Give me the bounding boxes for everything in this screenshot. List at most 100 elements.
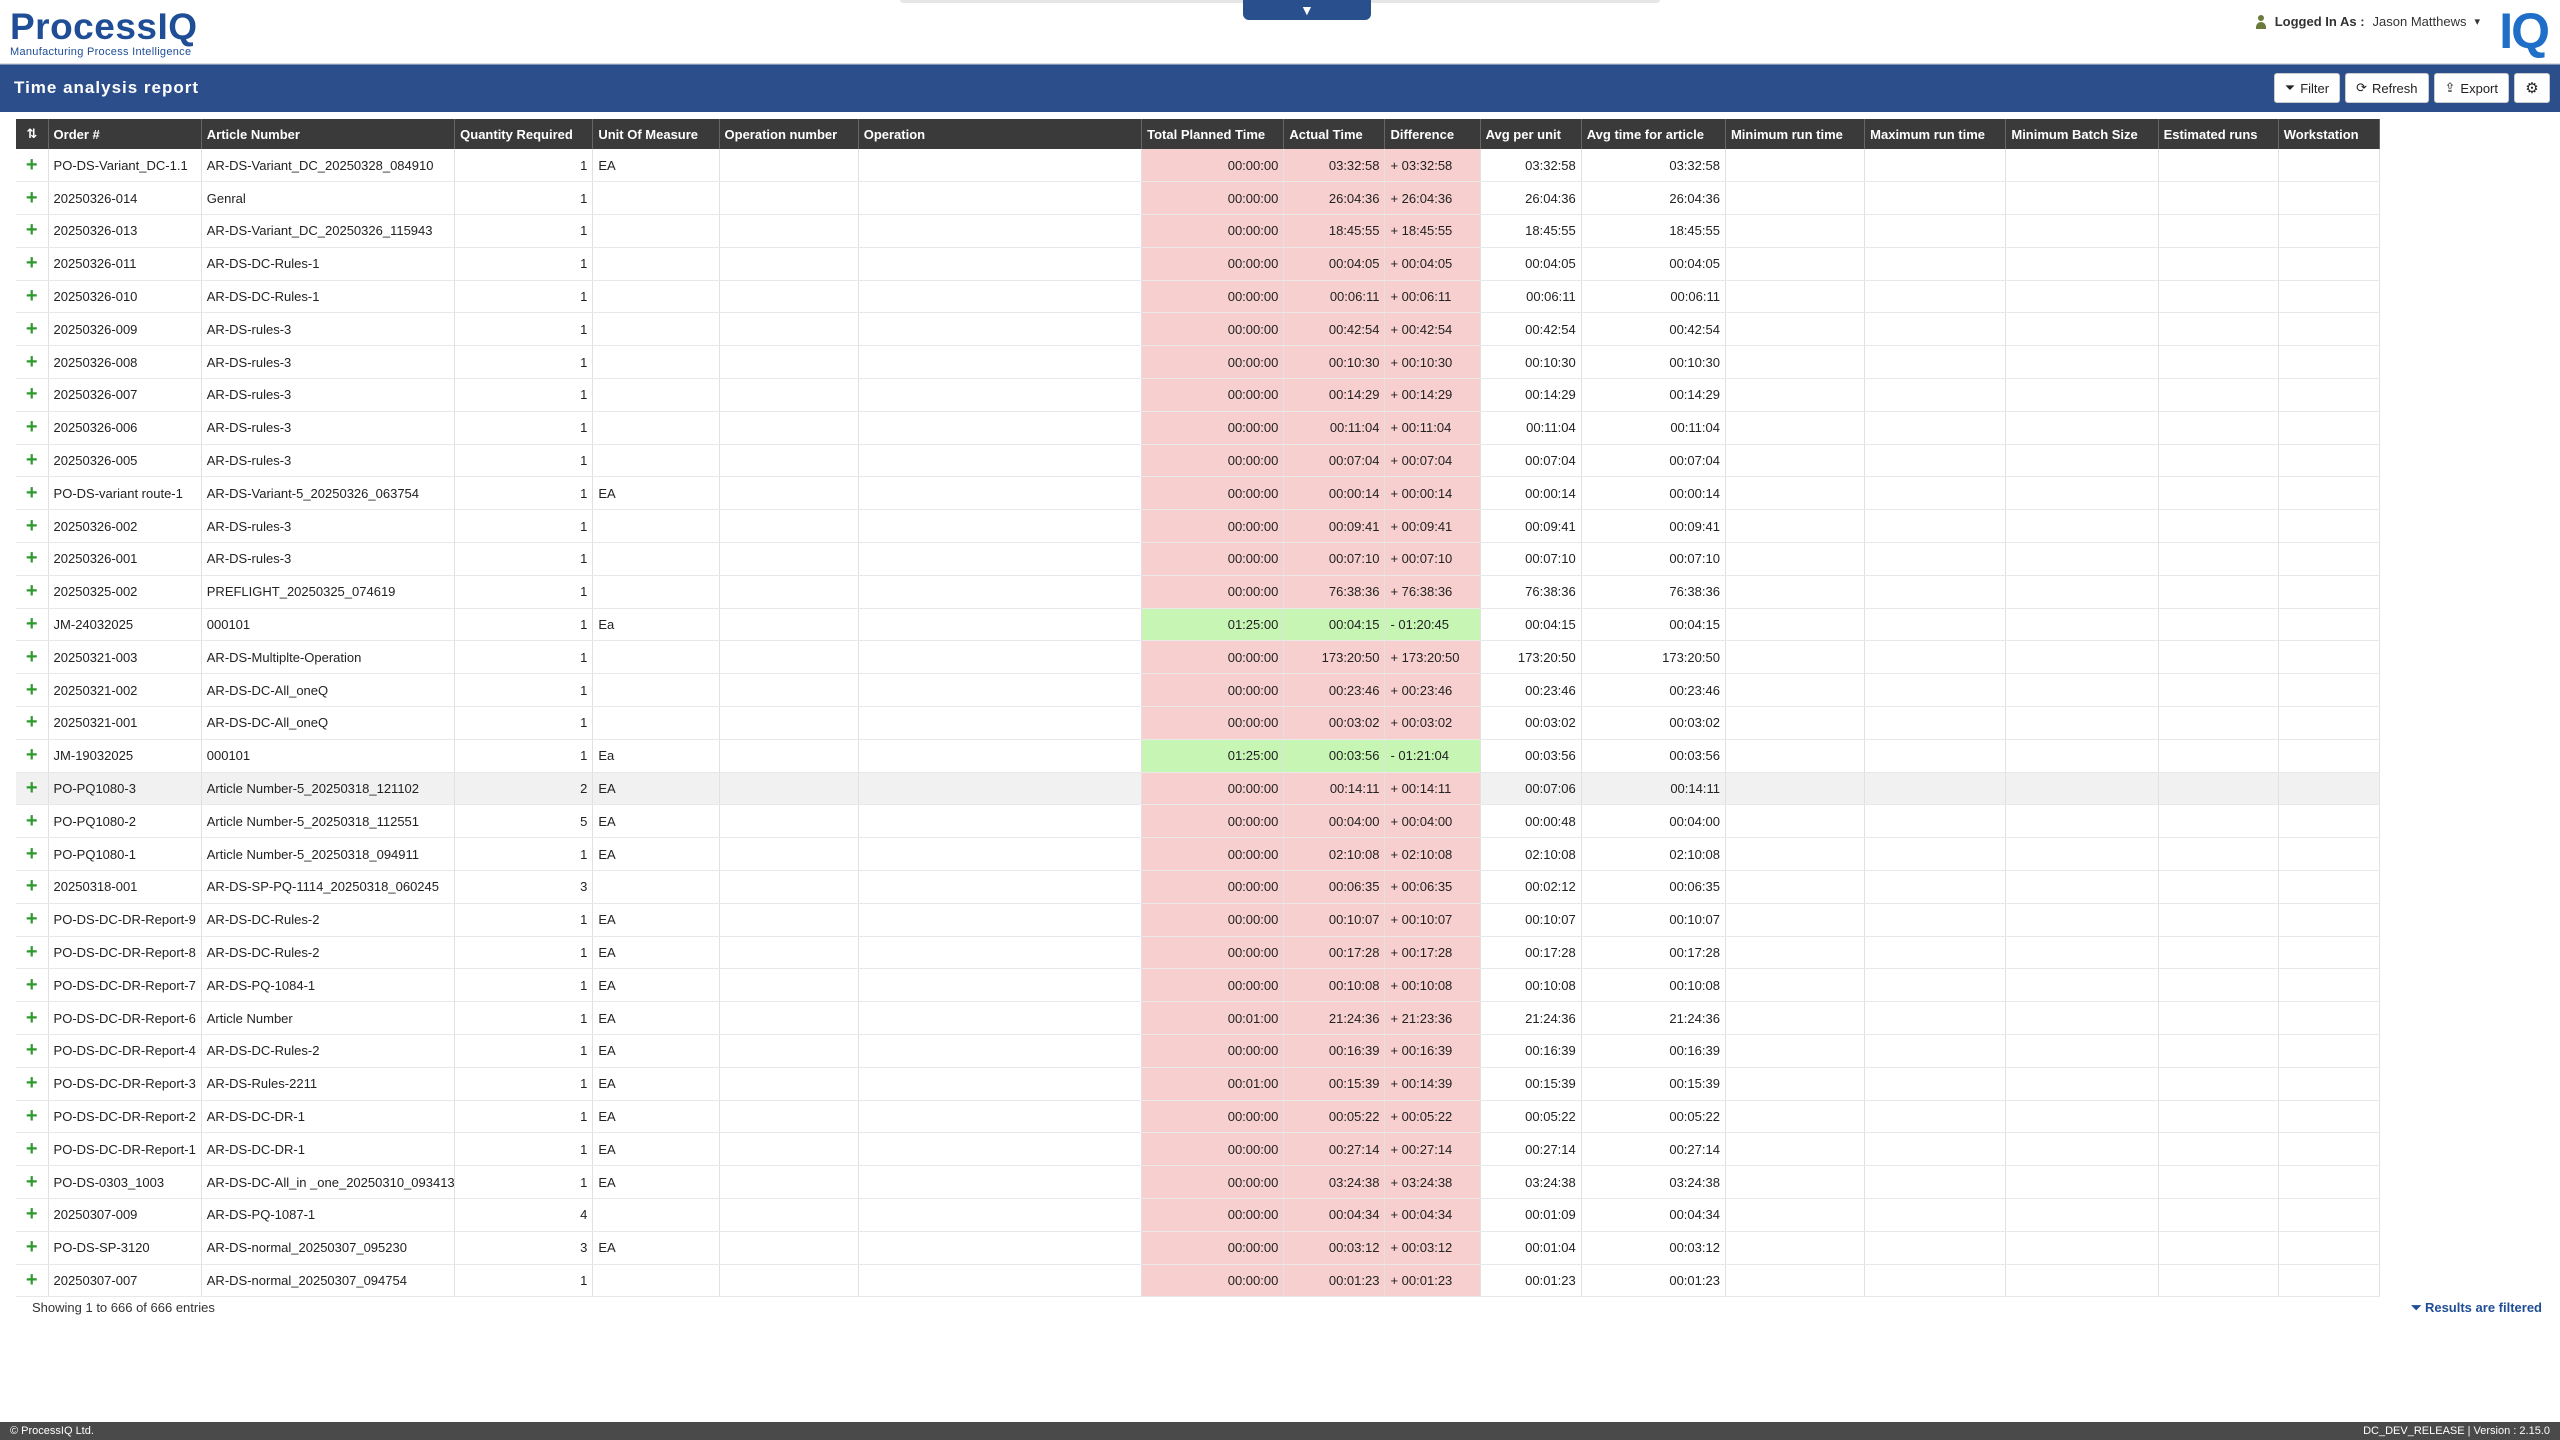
expand-row-icon[interactable]: +	[16, 739, 49, 773]
cell-empty	[1725, 739, 1866, 773]
table-row[interactable]: + PO-DS-DC-DR-Report-3 AR-DS-Rules-2211 1 EA…	[16, 1067, 2381, 1101]
expand-row-icon[interactable]: +	[16, 1067, 49, 1101]
table-row[interactable]: + PO-PQ1080-1 Article Number-5_20250318_09…	[16, 837, 2381, 872]
login-info[interactable]: Logged In As : Jason Matthews ▾	[2255, 14, 2480, 29]
table-row[interactable]: +20250326-013 AR-DS-Variant_DC_20250326_1…	[16, 214, 2381, 248]
expand-row-icon[interactable]: +	[16, 968, 49, 1003]
table-row[interactable]: + PO-PQ1080-3 Article Number-5_20250318_12…	[16, 772, 2381, 806]
export-button[interactable]: ⇪ Export	[2433, 73, 2509, 103]
expand-row-icon[interactable]: +	[16, 640, 49, 675]
column-header[interactable]: Operation	[858, 119, 1143, 149]
expand-row-icon[interactable]: +	[16, 542, 49, 576]
expand-row-icon[interactable]: +	[16, 903, 49, 937]
expand-row-icon[interactable]: +	[16, 345, 49, 380]
expand-row-icon[interactable]: +	[16, 870, 49, 904]
expand-row-icon[interactable]: +	[16, 1034, 49, 1068]
table-row[interactable]: +20250326-009 AR-DS-rules-3 1 00:00:00 00:42…	[16, 312, 2381, 347]
expand-row-icon[interactable]: +	[16, 378, 49, 412]
column-header[interactable]: Avg per unit	[1480, 119, 1582, 149]
refresh-button[interactable]: ⟳ Refresh	[2345, 73, 2429, 103]
expand-row-icon[interactable]: +	[16, 247, 49, 281]
expand-row-icon[interactable]: +	[16, 706, 49, 740]
expand-row-icon[interactable]: +	[16, 673, 49, 708]
expand-row-icon[interactable]: +	[16, 1165, 49, 1199]
table-row[interactable]: + PO-PQ1080-2 Article Number-5_20250318_11…	[16, 804, 2381, 839]
table-row[interactable]: +20250321-003 AR-DS-Multiplte-Operation 1 0…	[16, 640, 2381, 675]
column-header[interactable]: Workstation	[2278, 119, 2381, 149]
table-row[interactable]: + PO-DS-DC-DR-Report-6 Article Number 1 EA 00…	[16, 1001, 2381, 1036]
cell-empty	[858, 509, 1143, 544]
expand-row-icon[interactable]: +	[16, 1132, 49, 1167]
table-row[interactable]: + JM-24032025 000101 1 Ea 01:25:00 00:04:15- 0…	[16, 608, 2381, 642]
table-row[interactable]: +20250318-001 AR-DS-SP-PQ-1114_20250318_0…	[16, 870, 2381, 904]
column-header[interactable]: Minimum Batch Size	[2005, 119, 2159, 149]
column-header[interactable]: Estimated runs	[2158, 119, 2279, 149]
expand-row-icon[interactable]: +	[16, 444, 49, 478]
expand-row-icon[interactable]: +	[16, 1001, 49, 1036]
column-header[interactable]: Order #	[48, 119, 202, 149]
cell-empty	[2158, 837, 2279, 872]
table-row[interactable]: + PO-DS-0303_1003 AR-DS-DC-All_in _one_202…	[16, 1165, 2381, 1199]
table-row[interactable]: + PO-DS-DC-DR-Report-9 AR-DS-DC-Rules-2 1 EA…	[16, 903, 2381, 937]
column-header[interactable]: Article Number	[201, 119, 456, 149]
expand-row-icon[interactable]: +	[16, 608, 49, 642]
expand-row-icon[interactable]: +	[16, 804, 49, 839]
table-row[interactable]: + PO-DS-DC-DR-Report-1 AR-DS-DC-DR-1 1 EA 00:…	[16, 1132, 2381, 1167]
expand-row-icon[interactable]: +	[16, 1231, 49, 1265]
column-header[interactable]: Actual Time	[1283, 119, 1386, 149]
table-row[interactable]: +20250326-011 AR-DS-DC-Rules-1 1 00:00:00 00…	[16, 247, 2381, 281]
expand-row-icon[interactable]: +	[16, 1198, 49, 1232]
column-header[interactable]: Total Planned Time	[1141, 119, 1285, 149]
column-header[interactable]: Avg time for article	[1581, 119, 1726, 149]
column-sort-toggle[interactable]: ⇅	[16, 119, 49, 149]
expand-row-icon[interactable]: +	[16, 1264, 49, 1298]
table-row[interactable]: + PO-DS-DC-DR-Report-4 AR-DS-DC-Rules-2 1 EA…	[16, 1034, 2381, 1068]
table-row[interactable]: + PO-DS-DC-DR-Report-8 AR-DS-DC-Rules-2 1 EA…	[16, 936, 2381, 970]
brand-logo[interactable]: ProcessIQ Manufacturing Process Intellig…	[10, 6, 198, 58]
filter-button[interactable]: ⏷ Filter	[2273, 73, 2341, 103]
table-row[interactable]: +20250326-001 AR-DS-rules-3 1 00:00:00 00:07…	[16, 542, 2381, 576]
expand-row-icon[interactable]: +	[16, 837, 49, 872]
expand-row-icon[interactable]: +	[16, 312, 49, 347]
column-header[interactable]: Maximum run time	[1864, 119, 2007, 149]
table-row[interactable]: + PO-DS-Variant_DC-1.1 AR-DS-Variant_DC_20…	[16, 149, 2381, 183]
table-row[interactable]: +20250326-010 AR-DS-DC-Rules-1 1 00:00:00 00…	[16, 280, 2381, 314]
expand-row-icon[interactable]: +	[16, 772, 49, 806]
expand-row-icon[interactable]: +	[16, 575, 49, 609]
column-header[interactable]: Unit Of Measure	[592, 119, 720, 149]
table-row[interactable]: +20250326-005 AR-DS-rules-3 1 00:00:00 00:07…	[16, 444, 2381, 478]
expand-row-icon[interactable]: +	[16, 509, 49, 544]
expand-row-icon[interactable]: +	[16, 936, 49, 970]
menu-pull-tab[interactable]: ▼	[1243, 0, 1371, 20]
table-row[interactable]: +20250321-002 AR-DS-DC-All_oneQ 1 00:00:00 0…	[16, 673, 2381, 708]
table-row[interactable]: +20250326-007 AR-DS-rules-3 1 00:00:00 00:14…	[16, 378, 2381, 412]
table-row[interactable]: +20250307-009 AR-DS-PQ-1087-1 4 00:00:00 00:…	[16, 1198, 2381, 1232]
results-filtered-notice[interactable]: ⏷ Results are filtered	[2411, 1300, 2542, 1316]
expand-row-icon[interactable]: +	[16, 1100, 49, 1134]
expand-row-icon[interactable]: +	[16, 181, 49, 216]
table-row[interactable]: +20250321-001 AR-DS-DC-All_oneQ 1 00:00:00 0…	[16, 706, 2381, 740]
expand-row-icon[interactable]: +	[16, 476, 49, 511]
expand-row-icon[interactable]: +	[16, 411, 49, 445]
table-row[interactable]: + PO-DS-DC-DR-Report-7 AR-DS-PQ-1084-1 1 EA 0…	[16, 968, 2381, 1003]
table-row[interactable]: + PO-DS-SP-3120 AR-DS-normal_20250307_0952…	[16, 1231, 2381, 1265]
expand-row-icon[interactable]: +	[16, 149, 49, 183]
expand-row-icon[interactable]: +	[16, 280, 49, 314]
cell-planned: 00:00:00	[1141, 772, 1285, 806]
table-row[interactable]: + JM-19032025 000101 1 Ea 01:25:00 00:03:56- 0…	[16, 739, 2381, 773]
column-header[interactable]: Difference	[1384, 119, 1481, 149]
table-row[interactable]: +20250326-008 AR-DS-rules-3 1 00:00:00 00:10…	[16, 345, 2381, 380]
expand-row-icon[interactable]: +	[16, 214, 49, 248]
cell-empty	[719, 1231, 859, 1265]
table-row[interactable]: +20250307-007 AR-DS-normal_20250307_09475…	[16, 1264, 2381, 1298]
column-header[interactable]: Minimum run time	[1725, 119, 1866, 149]
table-row[interactable]: +20250326-014 Genral 1 00:00:00 26:04:36 + 26…	[16, 181, 2381, 216]
table-row[interactable]: + PO-DS-DC-DR-Report-2 AR-DS-DC-DR-1 1 EA 00:…	[16, 1100, 2381, 1134]
table-row[interactable]: +20250326-002 AR-DS-rules-3 1 00:00:00 00:09…	[16, 509, 2381, 544]
table-row[interactable]: + PO-DS-variant route-1 AR-DS-Variant-5_20…	[16, 476, 2381, 511]
column-header[interactable]: Quantity Required	[454, 119, 594, 149]
table-row[interactable]: +20250326-006 AR-DS-rules-3 1 00:00:00 00:11…	[16, 411, 2381, 445]
settings-button[interactable]: ⚙	[2514, 73, 2550, 103]
table-row[interactable]: +20250325-002 PREFLIGHT_20250325_074619 1 0…	[16, 575, 2381, 609]
column-header[interactable]: Operation number	[719, 119, 859, 149]
